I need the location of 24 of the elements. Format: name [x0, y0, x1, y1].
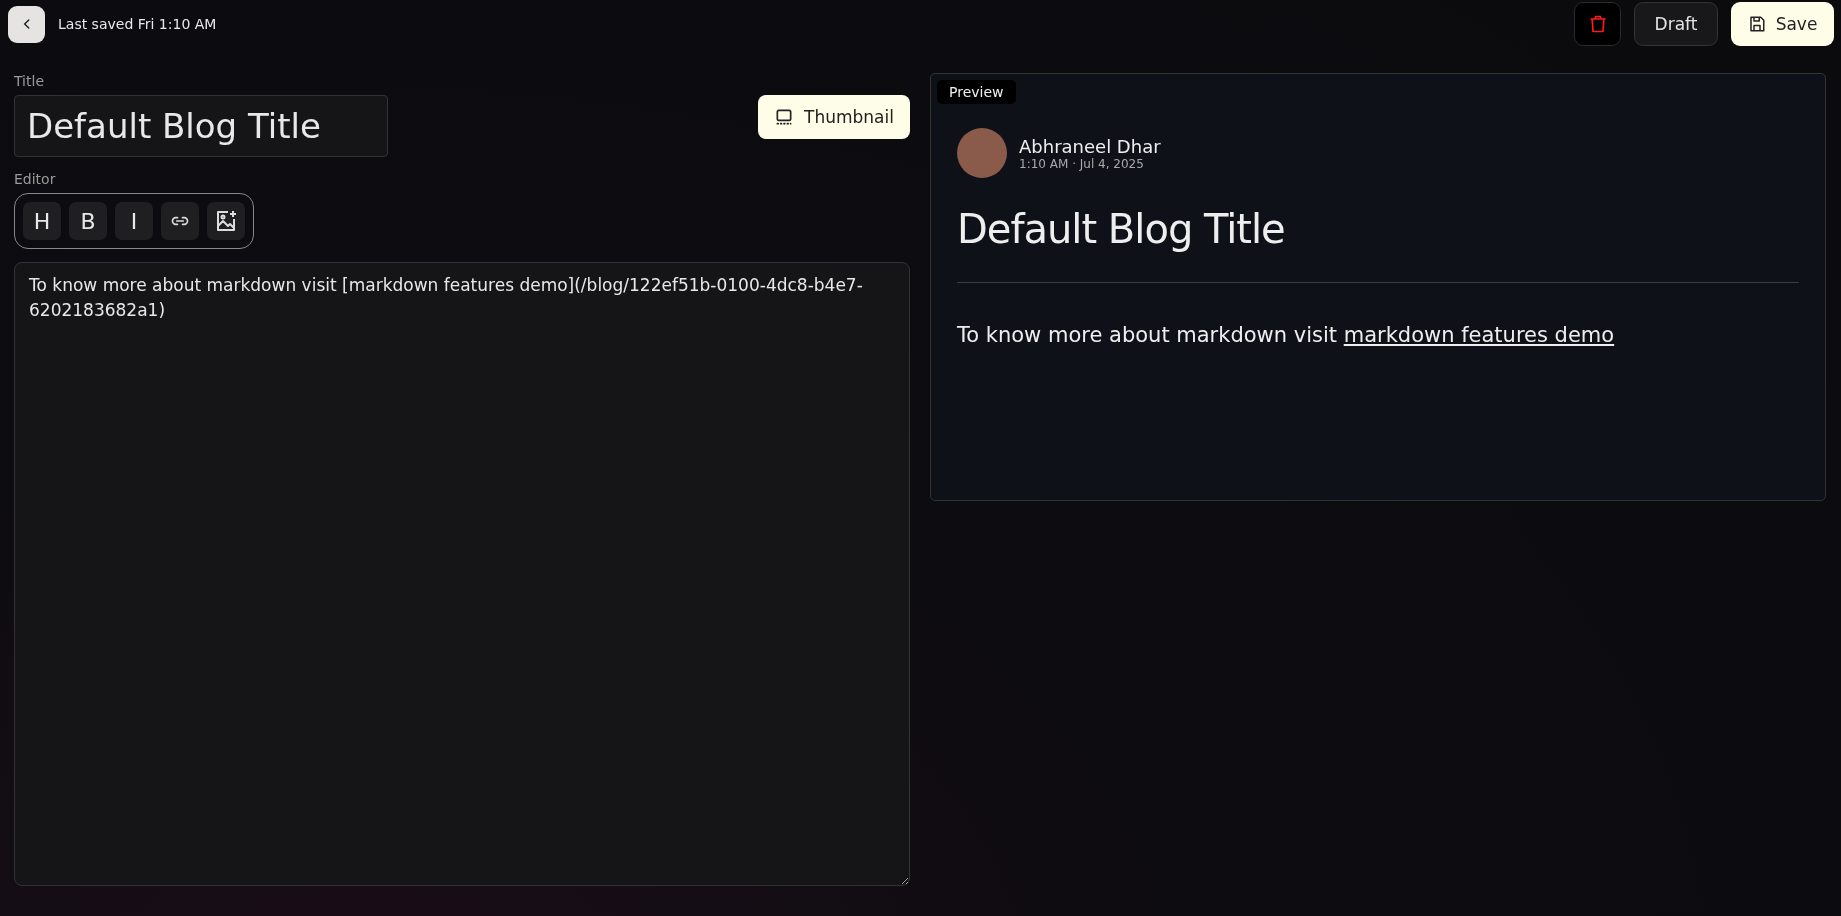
author-name: Abhraneel Dhar: [1019, 135, 1161, 157]
insert-image-button[interactable]: [207, 202, 245, 240]
markdown-editor-field[interactable]: To know more about markdown visit [markdown features demo](/blog/122ef51b-0100-4dc8-b4e7-6202183682a1): [14, 262, 910, 886]
delete-button[interactable]: [1574, 2, 1621, 46]
post-body-text: To know more about markdown visit markdown features demo: [957, 323, 1616, 347]
monitor-icon: [774, 107, 795, 127]
title-input-field[interactable]: Default Blog Title: [14, 95, 388, 157]
image-plus-icon: [214, 209, 238, 233]
avatar-placeholder: [957, 128, 1007, 178]
save-button[interactable]: Save: [1731, 2, 1834, 46]
title-label: Title: [14, 73, 45, 89]
editor-label: Editor: [14, 171, 57, 187]
draft-button[interactable]: Draft: [1634, 2, 1718, 46]
preview-badge: Preview: [937, 80, 1016, 104]
markdown-demo-link[interactable]: markdown features demo: [1343, 323, 1615, 347]
format-button[interactable]: I: [115, 202, 153, 240]
post-title: Default Blog Title: [957, 206, 1286, 252]
last-saved-text: Last saved Fri 1:10 AM: [58, 16, 217, 32]
back-button[interactable]: [8, 5, 45, 43]
link-button[interactable]: [161, 202, 199, 240]
thumbnail-button[interactable]: Thumbnail: [758, 95, 910, 139]
format-button[interactable]: B: [69, 202, 107, 240]
post-date: 1:10 AM · Jul 4, 2025: [1019, 156, 1145, 171]
format-button[interactable]: H: [23, 202, 61, 240]
